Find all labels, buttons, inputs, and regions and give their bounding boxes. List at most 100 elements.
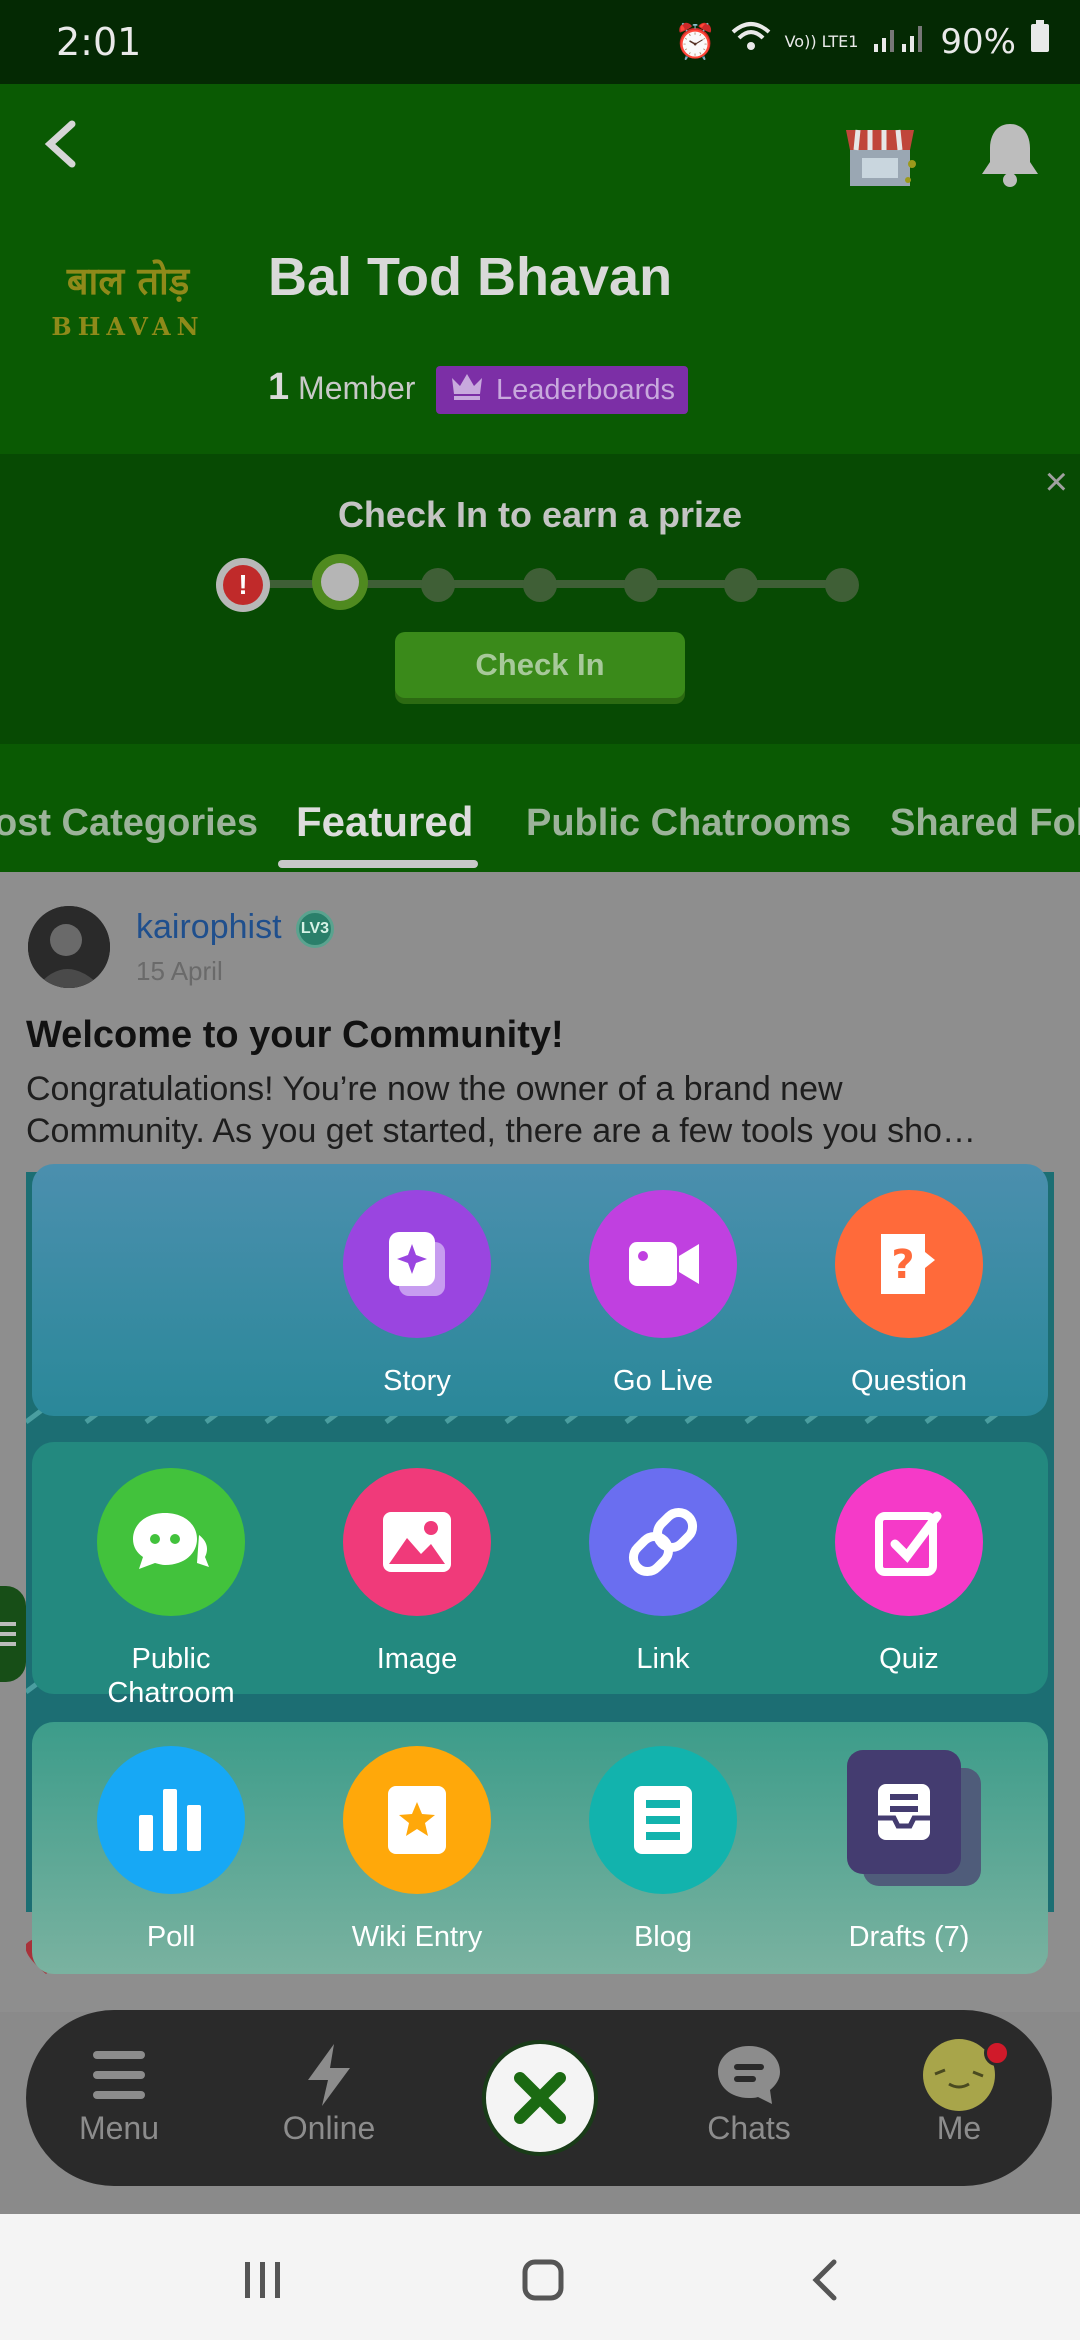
status-bar: 2:01 ⏰ Vo)) LTE1 90% xyxy=(0,0,1080,84)
blog-label: Blog xyxy=(633,1921,693,1953)
quiz-label: Quiz xyxy=(879,1643,939,1675)
nav-online-label: Online xyxy=(282,2110,376,2146)
leaderboards-label: Leaderboards xyxy=(496,373,675,406)
leaderboards-button[interactable]: Leaderboards xyxy=(436,366,688,414)
create-image-button[interactable]: Image xyxy=(317,1468,517,1676)
alert-icon: ! xyxy=(223,565,263,605)
checkin-title: Check In to earn a prize xyxy=(337,494,743,535)
level-badge: LV3 xyxy=(296,910,334,948)
post-body-line: Community. As you get started, there are… xyxy=(26,1112,976,1150)
nav-online[interactable]: Online xyxy=(254,2040,404,2147)
community-logo: बाल तोड़ BHAVAN xyxy=(38,254,218,364)
quiz-check-icon xyxy=(835,1468,983,1616)
back-arrow-icon[interactable] xyxy=(36,114,96,174)
post-title[interactable]: Welcome to your Community! xyxy=(26,1014,564,1057)
nav-menu[interactable]: Menu xyxy=(44,2040,194,2147)
drafts-tray-icon xyxy=(835,1746,983,1894)
nav-chats[interactable]: Chats xyxy=(674,2040,824,2147)
create-link-button[interactable]: Link xyxy=(563,1468,763,1676)
current-checkin-marker xyxy=(312,554,368,610)
svg-text:?: ? xyxy=(891,1242,914,1288)
question-icon: ? xyxy=(835,1190,983,1338)
battery-percent: 90% xyxy=(940,21,1016,62)
avatar[interactable] xyxy=(28,906,110,988)
create-poll-button[interactable]: Poll xyxy=(71,1746,271,1954)
notification-bell-icon[interactable] xyxy=(978,118,1042,188)
system-back-icon[interactable] xyxy=(790,2250,860,2310)
create-go-live-button[interactable]: Go Live xyxy=(563,1190,763,1398)
create-wiki-entry-button[interactable]: Wiki Entry xyxy=(317,1746,517,1954)
lightning-icon xyxy=(254,2040,404,2110)
signal-icon xyxy=(872,20,926,63)
home-icon[interactable] xyxy=(508,2250,578,2310)
menu-icon xyxy=(44,2040,194,2110)
checkin-step-dot xyxy=(624,568,658,602)
nav-chats-label: Chats xyxy=(707,2110,791,2146)
alarm-icon: ⏰ xyxy=(674,21,717,62)
checkin-step-dot xyxy=(724,568,758,602)
document-icon xyxy=(589,1746,737,1894)
community-title: Bal Tod Bhavan xyxy=(268,247,673,307)
side-drawer-handle[interactable] xyxy=(0,1586,26,1682)
store-icon[interactable] xyxy=(840,120,920,190)
public-chatroom-label: Public Chatroom xyxy=(107,1643,235,1709)
tab-public-chatrooms[interactable]: Public Chatrooms xyxy=(526,802,851,845)
story-icon xyxy=(343,1190,491,1338)
checkin-step-dot xyxy=(421,568,455,602)
nav-me[interactable]: Me xyxy=(884,2039,1034,2147)
checkin-step-dot xyxy=(825,568,859,602)
checkin-step-dot xyxy=(523,568,557,602)
link-label: Link xyxy=(636,1643,690,1675)
bar-chart-icon xyxy=(97,1746,245,1894)
image-icon xyxy=(343,1468,491,1616)
member-number: 1 xyxy=(268,366,290,408)
post-author[interactable]: kairophist xyxy=(136,908,282,947)
wifi-icon xyxy=(731,20,771,63)
missed-checkin-marker: ! xyxy=(216,558,270,612)
drafts-label: Drafts (7) xyxy=(848,1921,970,1953)
community-header: बाल तोड़ BHAVAN Bal Tod Bhavan 1 Member … xyxy=(0,84,1080,454)
create-blog-button[interactable]: Blog xyxy=(563,1746,763,1954)
nav-menu-label: Menu xyxy=(78,2110,160,2146)
post-body-line: Congratulations! You’re now the owner of… xyxy=(26,1070,843,1108)
link-icon xyxy=(589,1468,737,1616)
image-label: Image xyxy=(376,1643,458,1675)
post-date: 15 April xyxy=(136,956,223,986)
chat-icon xyxy=(674,2040,824,2110)
active-tab-indicator xyxy=(278,860,478,868)
question-label: Question xyxy=(850,1365,968,1397)
avatar xyxy=(884,2039,1034,2111)
crown-icon xyxy=(450,372,484,408)
tab-featured[interactable]: Featured xyxy=(296,798,473,846)
create-quiz-button[interactable]: Quiz xyxy=(809,1468,1009,1676)
story-label: Story xyxy=(383,1365,451,1397)
star-card-icon xyxy=(343,1746,491,1894)
tab-bar: ost Categories Featured Public Chatrooms… xyxy=(0,744,1080,872)
nav-me-label: Me xyxy=(936,2110,982,2146)
wiki-entry-label: Wiki Entry xyxy=(351,1921,483,1953)
status-icons: ⏰ Vo)) LTE1 90% xyxy=(674,20,1050,63)
tab-shared-folder[interactable]: Shared Fol xyxy=(890,802,1080,845)
poll-label: Poll xyxy=(146,1921,196,1953)
tab-post-categories[interactable]: ost Categories xyxy=(0,802,258,845)
video-camera-icon xyxy=(589,1190,737,1338)
member-count[interactable]: 1 Member xyxy=(268,366,415,409)
create-public-chatroom-button[interactable]: Public Chatroom xyxy=(71,1468,271,1710)
close-x-icon xyxy=(514,2072,566,2124)
status-time: 2:01 xyxy=(56,20,142,64)
recent-apps-icon[interactable] xyxy=(228,2250,298,2310)
close-create-menu-button[interactable] xyxy=(482,2040,598,2156)
member-label: Member xyxy=(298,370,416,406)
logo-text-english: BHAVAN xyxy=(51,312,205,341)
notification-dot xyxy=(984,2040,1010,2066)
logo-text-hindi: बाल तोड़ xyxy=(66,258,190,303)
check-in-button[interactable]: Check In xyxy=(395,632,685,698)
create-drafts-button[interactable]: Drafts (7) xyxy=(809,1746,1009,1954)
battery-icon xyxy=(1030,20,1050,63)
chat-bubbles-icon xyxy=(97,1468,245,1616)
post-body[interactable]: Congratulations! You’re now the owner of… xyxy=(26,1068,1066,1152)
create-question-button[interactable]: ? Question xyxy=(809,1190,1009,1398)
go-live-label: Go Live xyxy=(613,1365,713,1397)
network-label: Vo)) LTE1 xyxy=(784,31,859,51)
create-story-button[interactable]: Story xyxy=(317,1190,517,1398)
